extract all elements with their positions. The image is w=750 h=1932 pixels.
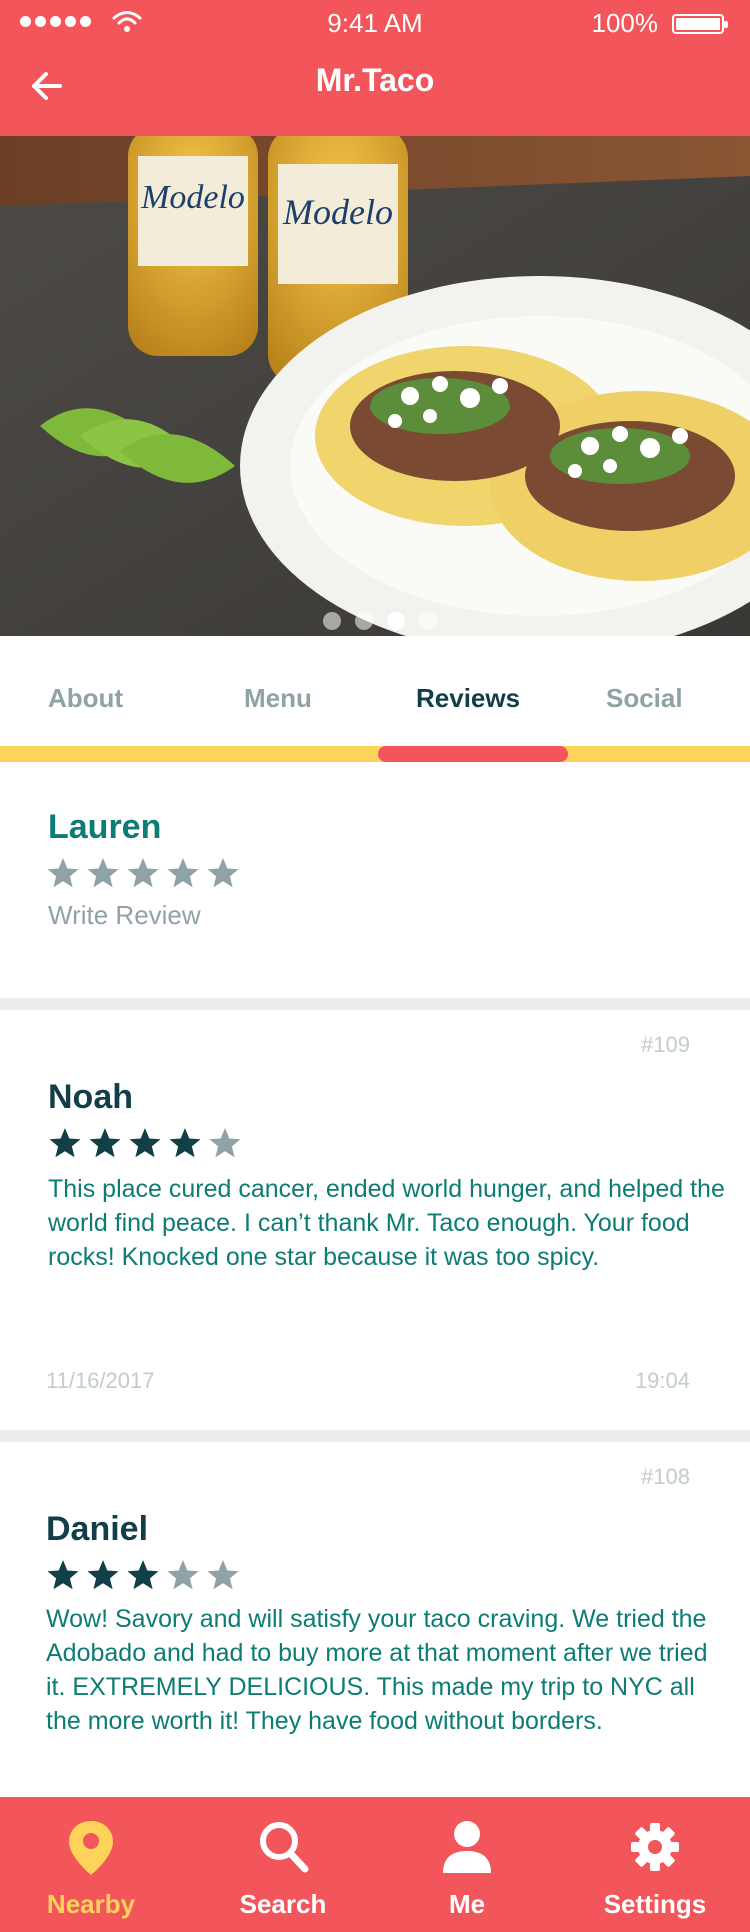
- review-text: Wow! Savory and will satisfy your taco c…: [46, 1605, 708, 1735]
- restaurant-tabs: About Menu Reviews Social: [0, 636, 750, 760]
- gear-icon: [631, 1823, 679, 1871]
- restaurant-photo[interactable]: Modelo Modelo: [0, 136, 750, 636]
- star-empty-icon: [167, 1560, 199, 1590]
- tab-reviews[interactable]: Reviews: [416, 683, 520, 714]
- star-empty-icon: [209, 1128, 241, 1158]
- gallery-pagination[interactable]: [0, 612, 750, 630]
- star-filled-icon: [89, 1128, 121, 1158]
- battery-icon: [672, 14, 728, 34]
- section-divider: [0, 1430, 750, 1442]
- nav-label: Settings: [603, 1889, 707, 1919]
- star-filled-icon: [87, 1560, 119, 1590]
- star-filled-icon: [47, 1560, 79, 1590]
- star-filled-icon: [129, 1128, 161, 1158]
- nav-label: Nearby: [46, 1889, 136, 1919]
- review-rating: [46, 1558, 240, 1592]
- star-empty-icon[interactable]: [86, 856, 120, 890]
- status-bar: 9:41 AM 100%: [0, 0, 750, 48]
- pagination-dot[interactable]: [355, 612, 373, 630]
- tacos-photo-illustration: Modelo Modelo: [0, 136, 750, 636]
- nav-label: Search: [239, 1889, 327, 1919]
- section-divider: [0, 998, 750, 1010]
- tab-about[interactable]: About: [48, 683, 123, 714]
- battery-percentage: 100%: [591, 8, 659, 38]
- star-empty-icon: [207, 1560, 239, 1590]
- write-review-card: Lauren Write Review: [0, 762, 750, 998]
- tab-bar-track: [0, 746, 750, 762]
- bottom-tab-bar: Nearby Search Me Settings: [0, 1797, 750, 1932]
- review-card: #108 Daniel Wow! Savory and will satisfy…: [0, 1442, 750, 1797]
- tab-menu[interactable]: Menu: [244, 683, 312, 714]
- review-author: Daniel: [46, 1510, 149, 1548]
- app-header: 9:41 AM 100% Mr.Taco: [0, 0, 750, 136]
- pagination-dot[interactable]: [419, 612, 437, 630]
- review-date: 11/16/2017: [46, 1368, 155, 1393]
- nav-me[interactable]: Me: [392, 1797, 542, 1932]
- review-number: #109: [641, 1032, 690, 1057]
- star-filled-icon: [49, 1128, 81, 1158]
- review-rating: [48, 1126, 242, 1160]
- svg-text:Modelo: Modelo: [140, 179, 245, 216]
- star-filled-icon: [127, 1560, 159, 1590]
- svg-text:Modelo: Modelo: [282, 192, 393, 232]
- location-pin-icon: [69, 1821, 113, 1875]
- star-empty-icon[interactable]: [126, 856, 160, 890]
- review-card: #109 Noah This place cured cancer, ended…: [0, 1010, 750, 1428]
- tab-social[interactable]: Social: [606, 683, 683, 714]
- review-text: This place cured cancer, ended world hun…: [48, 1175, 725, 1271]
- page-title: Mr.Taco: [315, 62, 435, 98]
- nav-search[interactable]: Search: [208, 1797, 358, 1932]
- star-filled-icon: [169, 1128, 201, 1158]
- review-number: #108: [641, 1464, 690, 1489]
- star-empty-icon[interactable]: [166, 856, 200, 890]
- star-empty-icon[interactable]: [46, 856, 80, 890]
- review-author: Noah: [48, 1078, 133, 1116]
- nav-label: Me: [448, 1889, 486, 1919]
- search-icon: [260, 1822, 309, 1873]
- star-empty-icon[interactable]: [206, 856, 240, 890]
- write-review-link[interactable]: Write Review: [48, 900, 201, 931]
- nav-settings[interactable]: Settings: [580, 1797, 730, 1932]
- pagination-dot[interactable]: [323, 612, 341, 630]
- nav-nearby[interactable]: Nearby: [16, 1797, 166, 1932]
- person-icon: [443, 1821, 491, 1873]
- rating-input[interactable]: [46, 856, 240, 890]
- review-time: 19:04: [634, 1368, 690, 1393]
- tab-active-indicator: [378, 746, 568, 762]
- current-user-name: Lauren: [48, 808, 162, 846]
- pagination-dot-active[interactable]: [387, 612, 405, 630]
